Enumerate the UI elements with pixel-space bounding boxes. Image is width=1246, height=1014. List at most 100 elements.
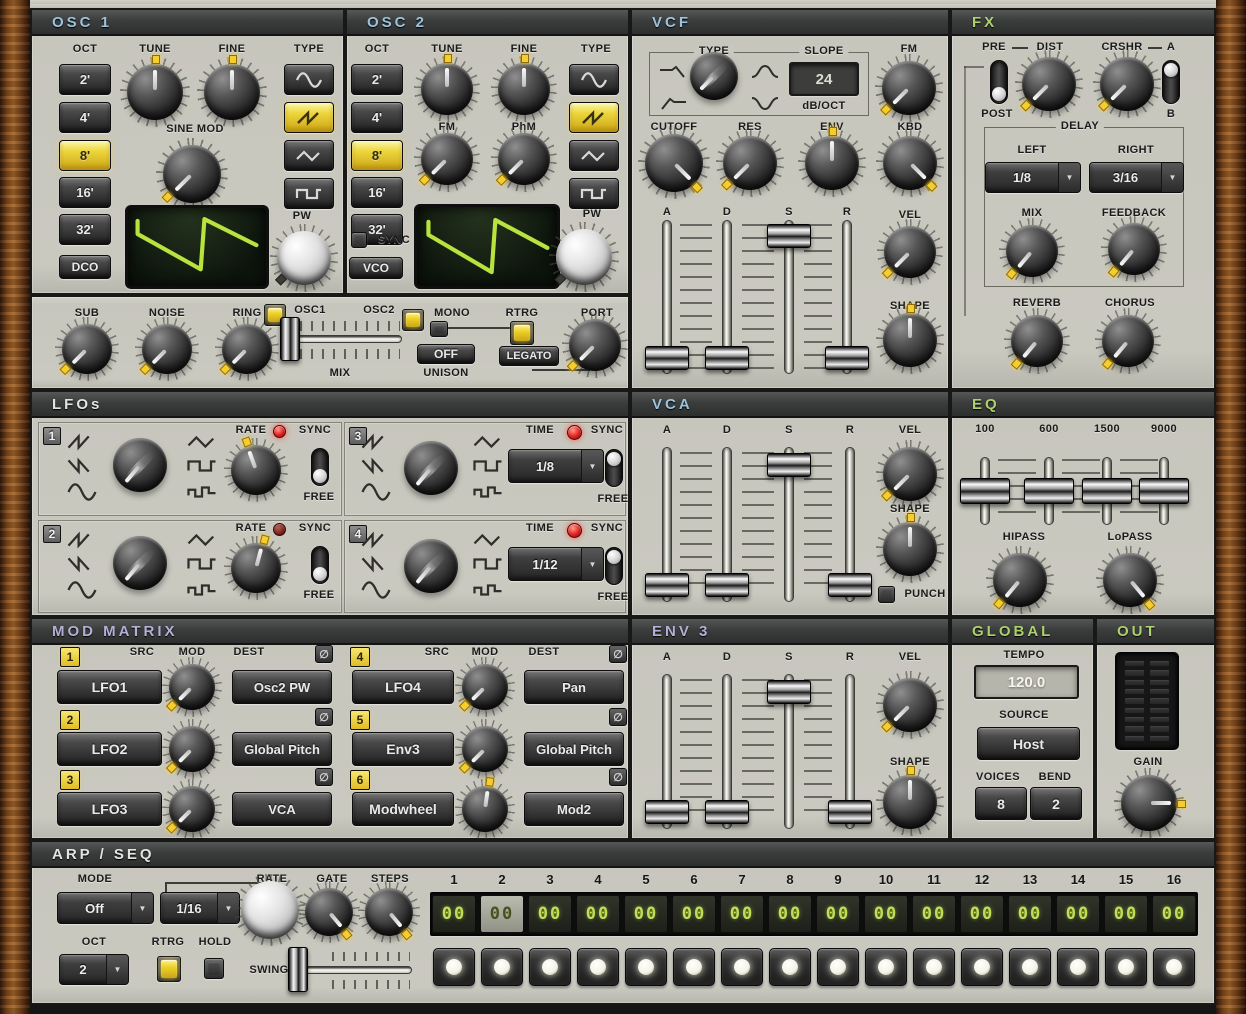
mod-row4-clear-button[interactable]: ∅: [609, 645, 627, 663]
arp-hold-button[interactable]: [204, 958, 224, 979]
lfo4-wave-selector-knob[interactable]: [404, 539, 458, 593]
step-button[interactable]: [1105, 948, 1147, 986]
osc2-tune-knob[interactable]: [421, 63, 473, 115]
env3-sustain-slider[interactable]: [784, 674, 794, 829]
mod-row3-dest-button[interactable]: VCA: [232, 792, 332, 826]
mod-row2-clear-button[interactable]: ∅: [315, 708, 333, 726]
step-button[interactable]: [433, 948, 475, 986]
reverb-knob[interactable]: [1011, 315, 1063, 367]
delay-mix-knob[interactable]: [1006, 225, 1058, 277]
osc1-sine-mod-knob[interactable]: [163, 145, 221, 203]
bend-button[interactable]: 2: [1030, 787, 1082, 820]
vca-sustain-slider[interactable]: [784, 447, 794, 602]
lfo1-wave-selector-knob[interactable]: [113, 438, 167, 492]
step-button[interactable]: [1153, 948, 1195, 986]
noise-knob[interactable]: [142, 324, 192, 374]
osc2-sync-checkbox[interactable]: [351, 232, 367, 248]
swing-slider-handle[interactable]: [288, 947, 308, 992]
osc1-octave-2[interactable]: 2': [59, 64, 111, 95]
eq-band-100-slider[interactable]: [980, 457, 990, 525]
hipass-knob[interactable]: [993, 553, 1047, 607]
lfo2-sync-free-toggle[interactable]: [311, 546, 329, 584]
osc1-octave-32[interactable]: 32': [59, 214, 111, 245]
vcf-shape-knob[interactable]: [883, 313, 937, 367]
vca-attack-slider[interactable]: [662, 447, 672, 602]
rtrg-led-button[interactable]: [510, 321, 534, 345]
dist-knob[interactable]: [1022, 57, 1076, 111]
feedback-knob[interactable]: [1108, 223, 1160, 275]
vcf-decay-slider[interactable]: [722, 220, 732, 374]
step-button[interactable]: [1009, 948, 1051, 986]
env3-release-slider[interactable]: [845, 674, 855, 829]
mod-row6-src-button[interactable]: Modwheel: [352, 792, 454, 826]
osc1-wave-square-button[interactable]: [284, 178, 334, 209]
osc2-octave-4[interactable]: 4': [351, 102, 403, 133]
osc1-pw-knob[interactable]: [277, 231, 331, 285]
res-knob[interactable]: [723, 136, 777, 190]
step-button[interactable]: [721, 948, 763, 986]
osc2-wave-sine-button[interactable]: [569, 64, 619, 95]
osc1-wave-triangle-button[interactable]: [284, 140, 334, 171]
osc1-wave-saw-button[interactable]: [284, 102, 334, 133]
vca-release-slider[interactable]: [845, 447, 855, 602]
lfo3-sync-free-toggle[interactable]: [605, 449, 623, 487]
lfo4-time-dropdown[interactable]: 1/12▼: [508, 547, 604, 581]
mono-led-button[interactable]: [402, 309, 424, 331]
eq-band-9000-slider[interactable]: [1159, 457, 1169, 525]
step-button[interactable]: [769, 948, 811, 986]
lfo3-wave-selector-knob[interactable]: [404, 441, 458, 495]
port-knob[interactable]: [569, 319, 621, 371]
osc2-wave-saw-button[interactable]: [569, 102, 619, 133]
mod-row5-dest-button[interactable]: Global Pitch: [524, 732, 624, 766]
mod-row5-clear-button[interactable]: ∅: [609, 708, 627, 726]
env3-shape-knob[interactable]: [883, 775, 937, 829]
lfo3-time-dropdown[interactable]: 1/8▼: [508, 449, 604, 483]
lfo2-wave-selector-knob[interactable]: [113, 536, 167, 590]
mod-row1-dest-button[interactable]: Osc2 PW: [232, 670, 332, 704]
step-button[interactable]: [481, 948, 523, 986]
mono-mode-button[interactable]: [430, 321, 448, 337]
vcf-vel-knob[interactable]: [884, 226, 936, 278]
mod-row5-amount-knob[interactable]: [462, 726, 508, 772]
osc2-octave-2[interactable]: 2': [351, 64, 403, 95]
crshr-knob[interactable]: [1100, 57, 1154, 111]
arp-rate-dropdown[interactable]: 1/16▼: [160, 892, 240, 924]
step-button[interactable]: [529, 948, 571, 986]
vcf-sustain-slider[interactable]: [784, 220, 794, 374]
mod-row6-amount-knob[interactable]: [462, 786, 508, 832]
vca-shape-knob[interactable]: [883, 522, 937, 576]
delay-right-dropdown[interactable]: 3/16▼: [1089, 162, 1184, 193]
delay-left-dropdown[interactable]: 1/8▼: [985, 162, 1081, 193]
osc2-fm-knob[interactable]: [421, 133, 473, 185]
step-button[interactable]: [625, 948, 667, 986]
mod-row3-clear-button[interactable]: ∅: [315, 768, 333, 786]
lfo1-rate-knob[interactable]: [231, 445, 281, 495]
lfo2-rate-knob[interactable]: [231, 543, 281, 593]
osc1-octave-8[interactable]: 8': [59, 140, 111, 171]
mod-row4-src-button[interactable]: LFO4: [352, 670, 454, 704]
vcf-release-slider[interactable]: [842, 220, 852, 374]
osc1-dco-button[interactable]: DCO: [59, 255, 111, 279]
env3-attack-slider[interactable]: [662, 674, 672, 829]
vca-vel-knob[interactable]: [883, 447, 937, 501]
arp-steps-knob[interactable]: [365, 888, 413, 936]
gain-knob[interactable]: [1121, 775, 1177, 831]
mix-slider-handle[interactable]: [280, 317, 300, 361]
mod-row5-src-button[interactable]: Env3: [352, 732, 454, 766]
osc1-wave-sine-button[interactable]: [284, 64, 334, 95]
osc2-wave-square-button[interactable]: [569, 178, 619, 209]
env3-decay-slider[interactable]: [722, 674, 732, 829]
lopass-knob[interactable]: [1103, 553, 1157, 607]
sub-knob[interactable]: [62, 324, 112, 374]
arp-oct-dropdown[interactable]: 2▼: [59, 954, 129, 985]
osc2-phm-knob[interactable]: [498, 133, 550, 185]
osc1-octave-4[interactable]: 4': [59, 102, 111, 133]
osc1-fine-knob[interactable]: [204, 64, 260, 120]
arp-mode-dropdown[interactable]: Off▼: [57, 892, 154, 924]
step-button[interactable]: [865, 948, 907, 986]
mod-row2-dest-button[interactable]: Global Pitch: [232, 732, 332, 766]
step-button[interactable]: [817, 948, 859, 986]
osc1-tune-knob[interactable]: [127, 64, 183, 120]
mod-row6-clear-button[interactable]: ∅: [609, 768, 627, 786]
osc1-octave-16[interactable]: 16': [59, 177, 111, 208]
